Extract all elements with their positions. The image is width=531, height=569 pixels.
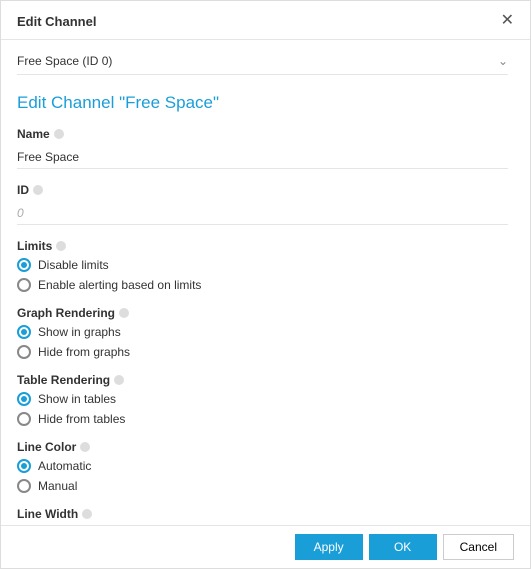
section-title: Edit Channel "Free Space": [17, 93, 508, 113]
id-input: [17, 202, 508, 225]
dialog-header: Edit Channel ✕: [1, 1, 530, 40]
field-line-width: Line Width: [17, 507, 508, 525]
graph-show-radio[interactable]: Show in graphs: [17, 325, 508, 339]
chevron-down-icon: ⌄: [498, 54, 508, 68]
graph-label-text: Graph Rendering: [17, 306, 115, 320]
limits-label-text: Limits: [17, 239, 52, 253]
limits-disable-radio[interactable]: Disable limits: [17, 258, 508, 272]
field-name: Name: [17, 127, 508, 169]
line-color-radio-group: Automatic Manual: [17, 459, 508, 493]
help-icon[interactable]: [33, 185, 43, 195]
help-icon[interactable]: [54, 129, 64, 139]
table-show-label: Show in tables: [38, 392, 116, 406]
graph-hide-radio[interactable]: Hide from graphs: [17, 345, 508, 359]
field-table-rendering: Table Rendering Show in tables Hide from…: [17, 373, 508, 426]
name-input[interactable]: [17, 146, 508, 169]
graph-hide-label: Hide from graphs: [38, 345, 130, 359]
table-label: Table Rendering: [17, 373, 508, 387]
field-id: ID: [17, 183, 508, 225]
edit-channel-dialog: Edit Channel ✕ Free Space (ID 0) ⌄ Edit …: [0, 0, 531, 569]
line-width-label-text: Line Width: [17, 507, 78, 521]
graph-show-label: Show in graphs: [38, 325, 121, 339]
table-radio-group: Show in tables Hide from tables: [17, 392, 508, 426]
apply-button[interactable]: Apply: [295, 534, 363, 560]
radio-icon: [17, 459, 31, 473]
table-label-text: Table Rendering: [17, 373, 110, 387]
channel-selector[interactable]: Free Space (ID 0) ⌄: [17, 54, 508, 75]
line-color-auto-radio[interactable]: Automatic: [17, 459, 508, 473]
radio-icon: [17, 392, 31, 406]
radio-icon: [17, 278, 31, 292]
graph-label: Graph Rendering: [17, 306, 508, 320]
field-graph-rendering: Graph Rendering Show in graphs Hide from…: [17, 306, 508, 359]
line-width-label: Line Width: [17, 507, 508, 521]
channel-selector-text: Free Space (ID 0): [17, 54, 112, 68]
line-color-auto-label: Automatic: [38, 459, 91, 473]
limits-enable-radio[interactable]: Enable alerting based on limits: [17, 278, 508, 292]
dialog-body: Free Space (ID 0) ⌄ Edit Channel "Free S…: [1, 40, 530, 525]
dialog-title: Edit Channel: [17, 14, 96, 29]
close-icon[interactable]: ✕: [501, 13, 514, 29]
radio-icon: [17, 345, 31, 359]
limits-enable-label: Enable alerting based on limits: [38, 278, 201, 292]
radio-icon: [17, 479, 31, 493]
cancel-button[interactable]: Cancel: [443, 534, 514, 560]
line-color-manual-label: Manual: [38, 479, 77, 493]
id-label-text: ID: [17, 183, 29, 197]
radio-icon: [17, 412, 31, 426]
dialog-footer: Apply OK Cancel: [1, 525, 530, 568]
limits-radio-group: Disable limits Enable alerting based on …: [17, 258, 508, 292]
id-label: ID: [17, 183, 508, 197]
radio-icon: [17, 258, 31, 272]
help-icon[interactable]: [114, 375, 124, 385]
radio-icon: [17, 325, 31, 339]
help-icon[interactable]: [80, 442, 90, 452]
line-color-label-text: Line Color: [17, 440, 76, 454]
name-label-text: Name: [17, 127, 50, 141]
limits-disable-label: Disable limits: [38, 258, 109, 272]
table-show-radio[interactable]: Show in tables: [17, 392, 508, 406]
help-icon[interactable]: [82, 509, 92, 519]
ok-button[interactable]: OK: [369, 534, 437, 560]
line-color-label: Line Color: [17, 440, 508, 454]
name-label: Name: [17, 127, 508, 141]
field-limits: Limits Disable limits Enable alerting ba…: [17, 239, 508, 292]
line-color-manual-radio[interactable]: Manual: [17, 479, 508, 493]
scroll-area[interactable]: Free Space (ID 0) ⌄ Edit Channel "Free S…: [17, 40, 514, 525]
field-line-color: Line Color Automatic Manual: [17, 440, 508, 493]
graph-radio-group: Show in graphs Hide from graphs: [17, 325, 508, 359]
limits-label: Limits: [17, 239, 508, 253]
table-hide-radio[interactable]: Hide from tables: [17, 412, 508, 426]
table-hide-label: Hide from tables: [38, 412, 125, 426]
help-icon[interactable]: [56, 241, 66, 251]
help-icon[interactable]: [119, 308, 129, 318]
